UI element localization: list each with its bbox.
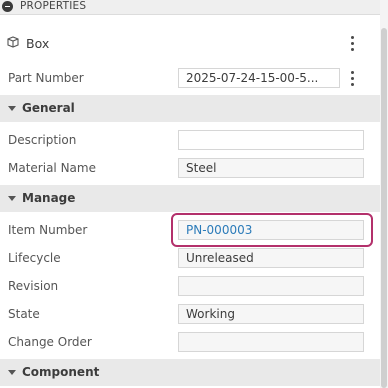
part-number-row: Part Number 2025-07-24-15-00-5... bbox=[0, 64, 380, 92]
change-order-label: Change Order bbox=[8, 335, 92, 349]
chevron-down-icon bbox=[8, 370, 16, 375]
description-field[interactable] bbox=[178, 130, 364, 150]
part-number-more-options-icon[interactable] bbox=[343, 68, 363, 88]
collapse-icon[interactable] bbox=[2, 1, 13, 12]
scrollbar-thumb[interactable] bbox=[381, 28, 387, 388]
material-name-row: Material Name Steel bbox=[0, 154, 380, 182]
cube-icon bbox=[7, 36, 19, 48]
part-number-field[interactable]: 2025-07-24-15-00-5... bbox=[178, 68, 340, 88]
lifecycle-label: Lifecycle bbox=[8, 251, 61, 265]
chevron-down-icon bbox=[8, 196, 16, 201]
section-general[interactable]: General bbox=[0, 95, 380, 122]
item-number-label: Item Number bbox=[8, 223, 88, 237]
description-label: Description bbox=[8, 133, 77, 147]
change-order-field[interactable] bbox=[178, 332, 364, 352]
revision-field[interactable] bbox=[178, 276, 364, 296]
chevron-down-icon bbox=[8, 106, 16, 111]
properties-panel: PROPERTIES Box Part Number 2025-07-24-15… bbox=[0, 0, 380, 388]
section-manage-label: Manage bbox=[22, 191, 76, 205]
panel-title: PROPERTIES bbox=[20, 0, 87, 12]
lifecycle-row: Lifecycle Unreleased bbox=[0, 244, 380, 272]
state-field[interactable]: Working bbox=[178, 304, 364, 324]
description-row: Description bbox=[0, 126, 380, 154]
part-number-label: Part Number bbox=[8, 71, 84, 85]
material-name-label: Material Name bbox=[8, 161, 96, 175]
state-label: State bbox=[8, 307, 40, 321]
section-component-label: Component bbox=[22, 365, 100, 379]
change-order-row: Change Order bbox=[0, 328, 380, 356]
item-number-row: Item Number PN-000003 bbox=[0, 216, 380, 244]
object-row: Box bbox=[0, 28, 380, 58]
object-name: Box bbox=[26, 36, 50, 51]
item-number-link[interactable]: PN-000003 bbox=[178, 220, 364, 240]
lifecycle-field[interactable]: Unreleased bbox=[178, 248, 364, 268]
section-general-label: General bbox=[22, 101, 75, 115]
revision-row: Revision bbox=[0, 272, 380, 300]
state-row: State Working bbox=[0, 300, 380, 328]
revision-label: Revision bbox=[8, 279, 59, 293]
material-name-field[interactable]: Steel bbox=[178, 158, 364, 178]
section-component[interactable]: Component bbox=[0, 359, 380, 386]
section-manage[interactable]: Manage bbox=[0, 185, 380, 212]
object-more-options-icon[interactable] bbox=[343, 33, 363, 53]
panel-header: PROPERTIES bbox=[0, 0, 380, 15]
